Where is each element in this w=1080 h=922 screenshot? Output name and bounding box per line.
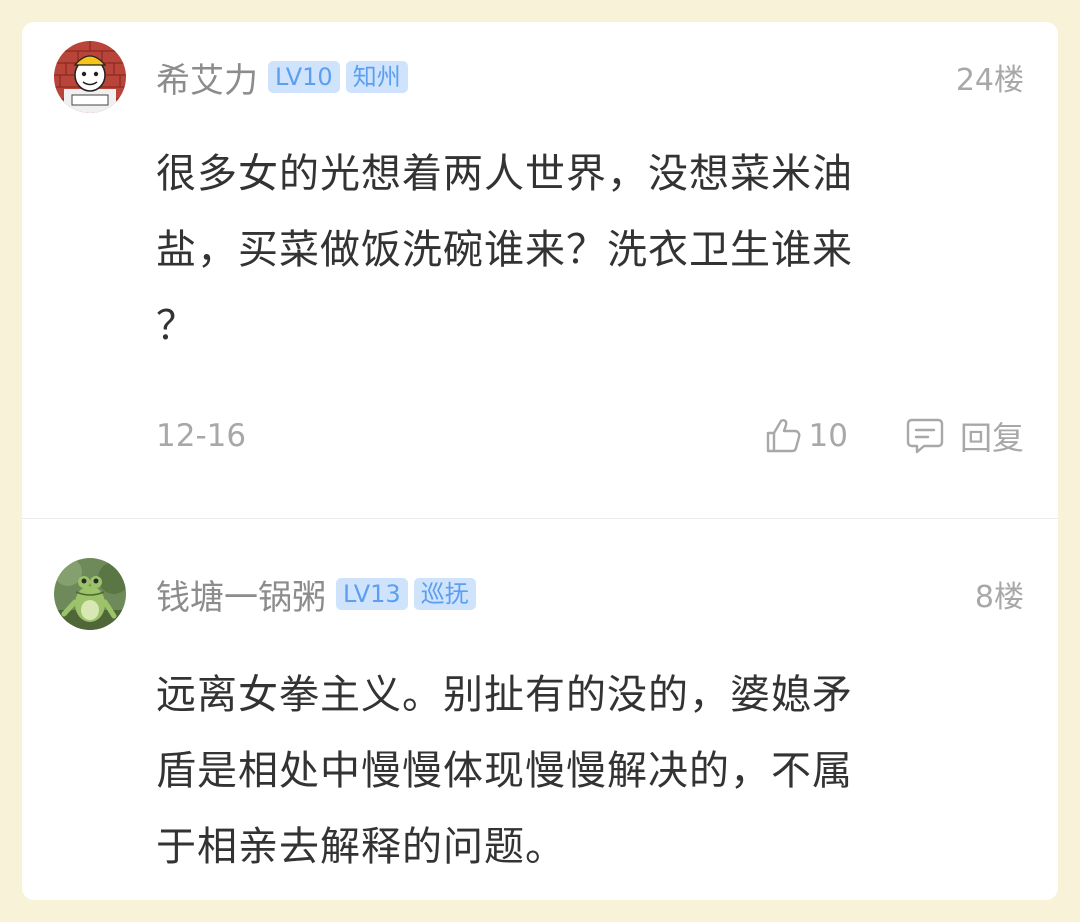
comment-text-line: ？ xyxy=(156,303,197,349)
comment-text-line: 于相亲去解释的问题。 xyxy=(156,824,566,870)
comment-footer: 12-16 10 回复 xyxy=(156,414,1024,458)
comment-header: 钱塘一锅粥 LV13 巡抚 8楼 xyxy=(156,570,1024,619)
comment-header: 希艾力 LV10 知州 24楼 xyxy=(156,53,1024,102)
comment-date: 12-16 xyxy=(156,418,247,454)
level-badge: LV13 xyxy=(336,578,408,610)
floor-number: 8楼 xyxy=(974,580,1024,615)
title-badge: 巡抚 xyxy=(413,578,476,610)
comment-bubble-icon xyxy=(906,418,944,454)
avatar[interactable] xyxy=(54,41,126,113)
username[interactable]: 钱塘一锅粥 xyxy=(156,570,326,619)
cartoon-worker-avatar-icon xyxy=(54,41,126,113)
comment-text-line: 盐，买菜做饭洗碗谁来？洗衣卫生谁来 xyxy=(156,227,853,273)
comment-item: 希艾力 LV10 知州 24楼 很多女的光想着两人世界，没想菜米油 盐，买菜做饭… xyxy=(22,22,1058,518)
comment-text: 远离女拳主义。别扯有的没的，婆媳矛 盾是相处中慢慢体现慢慢解决的，不属 于相亲去… xyxy=(156,657,986,885)
comment-item: 钱塘一锅粥 LV13 巡抚 8楼 远离女拳主义。别扯有的没的，婆媳矛 盾是相处中… xyxy=(22,519,1058,900)
comment-text-line: 远离女拳主义。别扯有的没的，婆媳矛 xyxy=(156,672,853,718)
comment-text-line: 盾是相处中慢慢体现慢慢解决的，不属 xyxy=(156,748,853,794)
username[interactable]: 希艾力 xyxy=(156,53,258,102)
like-count: 10 xyxy=(808,418,848,454)
comment-text: 很多女的光想着两人世界，没想菜米油 盐，买菜做饭洗碗谁来？洗衣卫生谁来 ？ xyxy=(156,136,986,364)
reply-label: 回复 xyxy=(959,419,1024,457)
level-badge: LV10 xyxy=(268,61,340,93)
frog-avatar-icon xyxy=(54,558,126,630)
comment-card: 希艾力 LV10 知州 24楼 很多女的光想着两人世界，没想菜米油 盐，买菜做饭… xyxy=(22,22,1058,900)
title-badge: 知州 xyxy=(345,61,408,93)
thumbs-up-icon xyxy=(766,419,800,453)
avatar[interactable] xyxy=(54,558,126,630)
like-button[interactable]: 10 xyxy=(763,416,848,456)
comment-actions: 10 回复 xyxy=(763,413,1024,459)
reply-button[interactable]: 回复 xyxy=(904,413,1024,459)
floor-number: 24楼 xyxy=(955,63,1024,98)
comment-text-line: 很多女的光想着两人世界，没想菜米油 xyxy=(156,151,853,197)
